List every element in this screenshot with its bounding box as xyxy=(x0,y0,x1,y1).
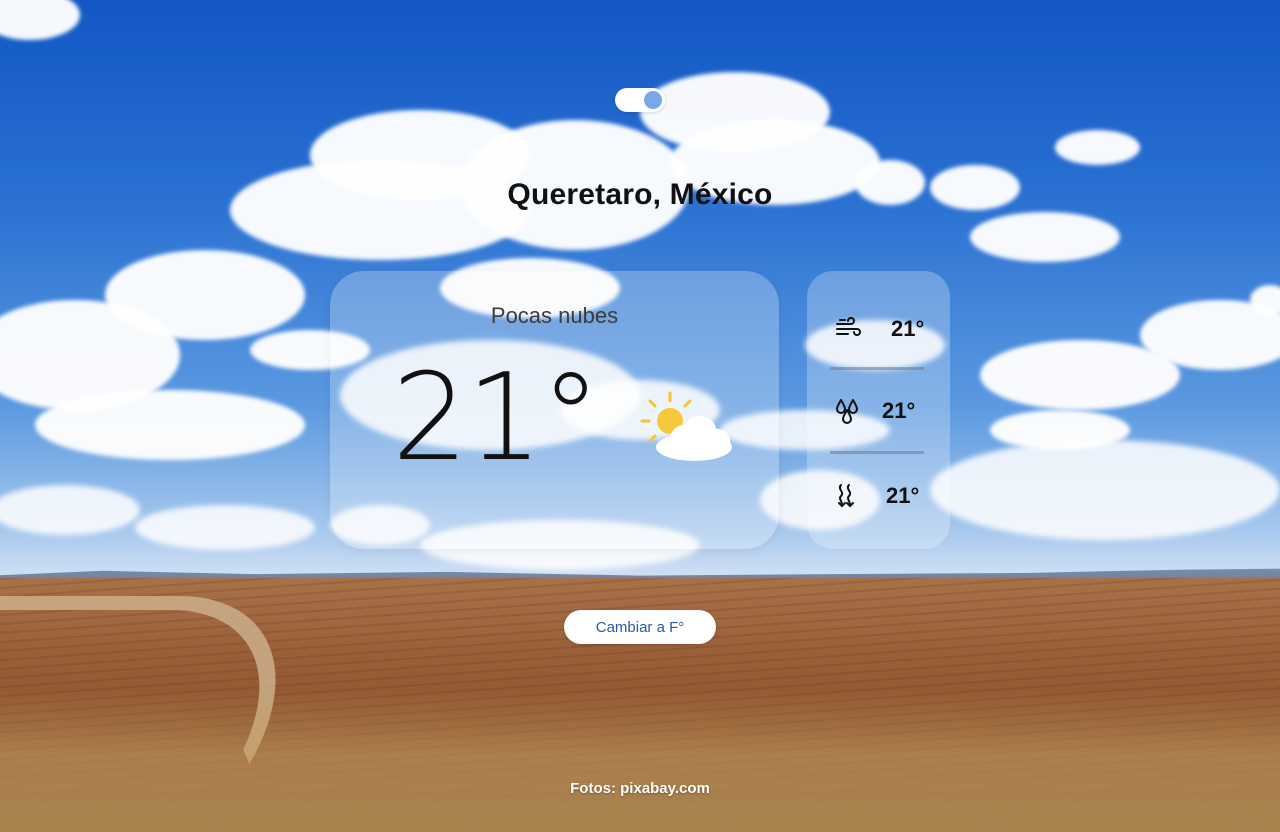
cloud xyxy=(1055,130,1140,165)
cloud xyxy=(970,212,1120,262)
divider xyxy=(830,367,924,370)
weather-description: Pocas nubes xyxy=(490,303,619,328)
metrics-card: 21° 21° 21° xyxy=(807,271,950,549)
current-weather-card: Pocas nubes 21° xyxy=(330,271,779,549)
change-unit-button[interactable]: Cambiar a F° xyxy=(564,610,716,644)
wind-value: 21° xyxy=(891,316,925,341)
dry-grass xyxy=(0,690,1280,832)
metric-wind: 21° xyxy=(807,308,950,348)
current-temperature: 21° xyxy=(392,349,601,488)
cloud xyxy=(135,505,315,550)
photo-credit: Fotos: pixabay.com xyxy=(570,780,710,797)
cloud xyxy=(930,440,1280,540)
cloud xyxy=(35,390,305,460)
sun-behind-cloud-icon xyxy=(640,391,732,461)
metric-humidity: 21° xyxy=(807,390,950,430)
humidity-value: 21° xyxy=(882,398,916,423)
divider xyxy=(830,451,924,454)
theme-toggle[interactable] xyxy=(615,88,665,112)
heat-waves-icon xyxy=(838,484,854,508)
metric-heat: 21° xyxy=(807,475,950,515)
toggle-knob xyxy=(644,91,662,109)
wind-icon xyxy=(836,317,861,336)
cloud xyxy=(980,340,1180,410)
location-title: Queretaro, México xyxy=(507,178,773,211)
humidity-drops-icon xyxy=(836,399,858,424)
heat-value: 21° xyxy=(886,483,920,508)
